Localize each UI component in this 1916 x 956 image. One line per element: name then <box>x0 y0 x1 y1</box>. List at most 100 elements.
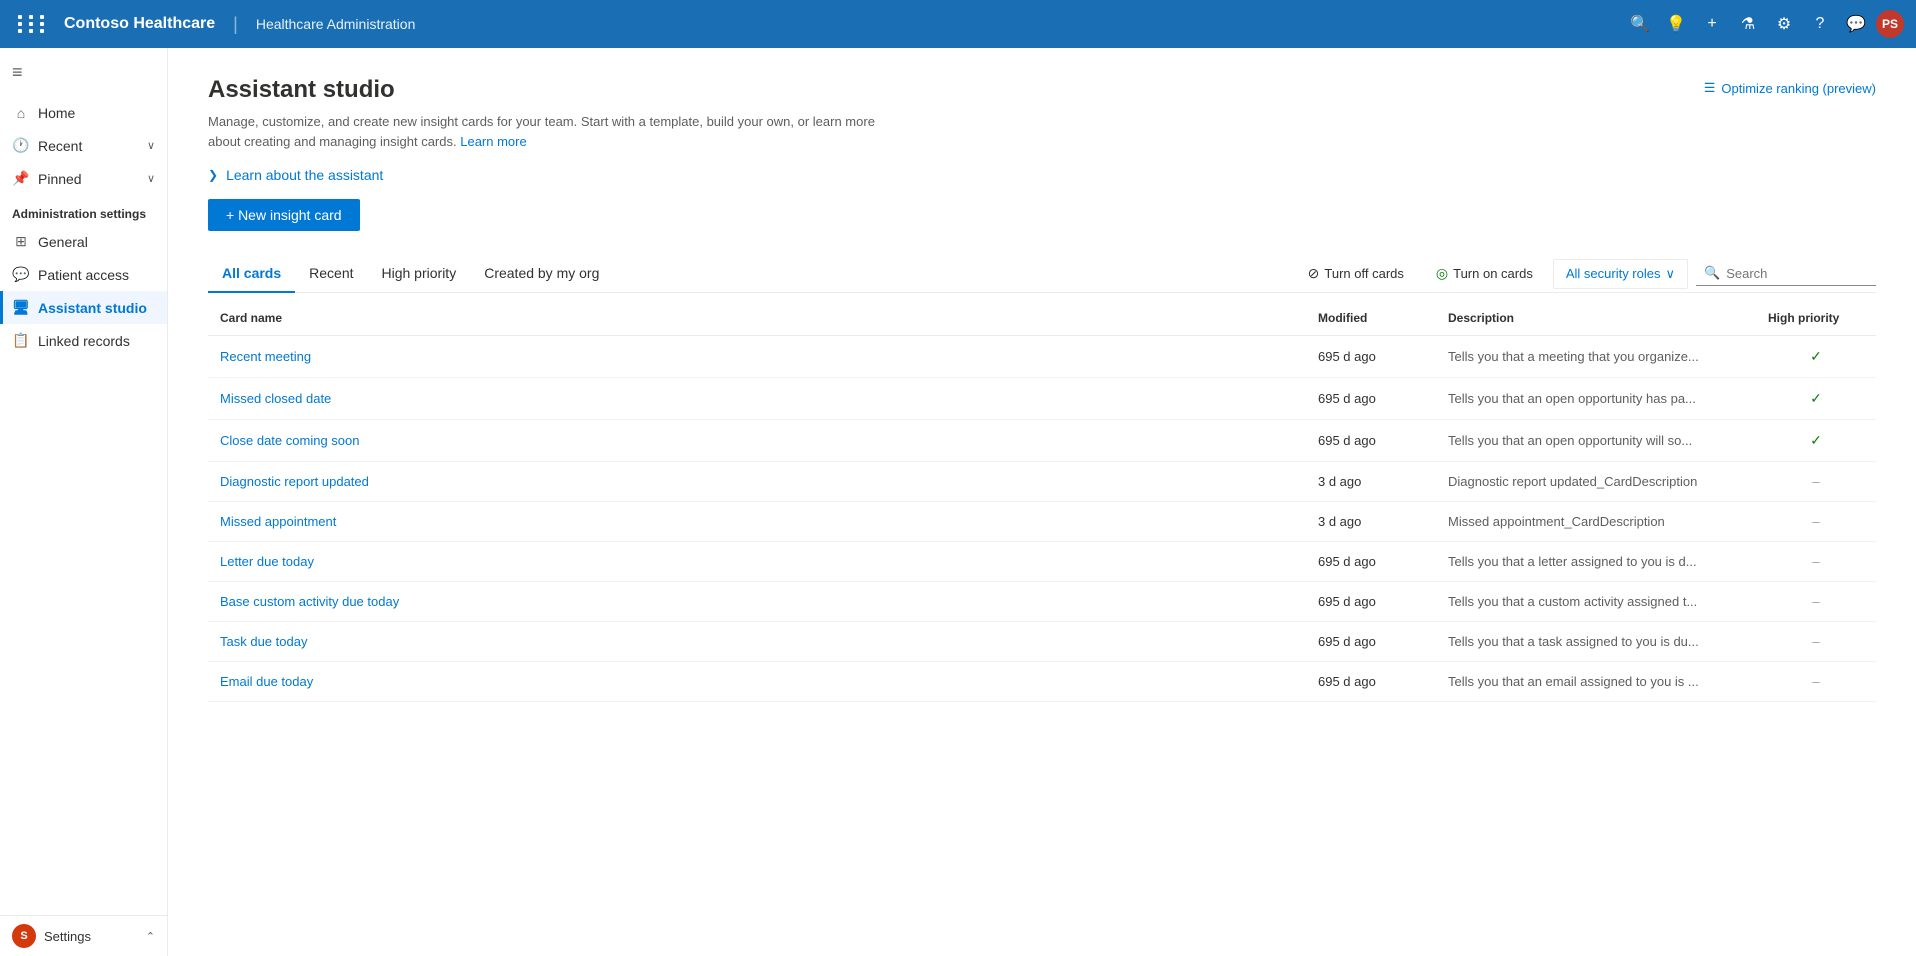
page-header-left: Assistant studio Manage, customize, and … <box>208 76 888 151</box>
card-description-cell: Missed appointment_CardDescription <box>1436 502 1756 542</box>
card-name-cell: Missed appointment <box>208 502 1306 542</box>
settings-chevron-icon: ⌃ <box>146 930 155 943</box>
card-priority-cell: ✓ <box>1756 378 1876 420</box>
turn-on-cards-button[interactable]: ◎ Turn on cards <box>1424 259 1545 288</box>
card-name-cell: Recent meeting <box>208 336 1306 378</box>
app-grid-icon[interactable] <box>12 9 54 39</box>
table-row: Missed appointment3 d agoMissed appointm… <box>208 502 1876 542</box>
linked-records-icon: 📋 <box>12 332 30 349</box>
settings-avatar: S <box>12 924 36 948</box>
card-modified-cell: 695 d ago <box>1306 378 1436 420</box>
turn-off-cards-button[interactable]: ⊘ Turn off cards <box>1296 259 1416 288</box>
sidebar-item-general[interactable]: ⊞ General <box>0 225 167 258</box>
add-icon[interactable]: + <box>1696 8 1728 40</box>
search-input[interactable] <box>1726 266 1868 281</box>
user-avatar[interactable]: PS <box>1876 10 1904 38</box>
priority-dash-icon: – <box>1812 594 1819 609</box>
card-name-link[interactable]: Letter due today <box>220 554 314 569</box>
col-header-description: Description <box>1436 301 1756 336</box>
sidebar-item-recent[interactable]: 🕐 Recent ∨ <box>0 129 167 162</box>
pinned-chevron-icon: ∨ <box>147 172 155 185</box>
optimize-ranking-button[interactable]: ☰ Optimize ranking (preview) <box>1704 80 1876 96</box>
card-name-link[interactable]: Close date coming soon <box>220 433 359 448</box>
priority-dash-icon: – <box>1812 634 1819 649</box>
card-modified-cell: 3 d ago <box>1306 462 1436 502</box>
tab-created-by-my-org[interactable]: Created by my org <box>470 255 613 293</box>
card-modified-cell: 695 d ago <box>1306 662 1436 702</box>
sidebar-item-recent-label: Recent <box>38 138 82 154</box>
card-name-cell: Base custom activity due today <box>208 582 1306 622</box>
admin-section-label: Administration settings <box>0 195 167 225</box>
table-row: Recent meeting 695 d agoTells you that a … <box>208 336 1876 378</box>
nav-divider: | <box>233 14 238 35</box>
card-modified-cell: 695 d ago <box>1306 420 1436 462</box>
sidebar-item-patient-access[interactable]: 💬 Patient access <box>0 258 167 291</box>
card-name-link[interactable]: Missed appointment <box>220 514 336 529</box>
tab-all-cards[interactable]: All cards <box>208 255 295 293</box>
tab-high-priority[interactable]: High priority <box>368 255 471 293</box>
card-modified-cell: 695 d ago <box>1306 542 1436 582</box>
learn-about-section[interactable]: ❯ Learn about the assistant <box>208 167 1876 183</box>
card-description-cell: Tells you that a meeting that you organi… <box>1436 336 1756 378</box>
search-icon[interactable]: 🔍 <box>1624 8 1656 40</box>
table-header-row: Card name Modified Description High prio… <box>208 301 1876 336</box>
card-description-cell: Tells you that an email assigned to you … <box>1436 662 1756 702</box>
tab-recent[interactable]: Recent <box>295 255 367 293</box>
sidebar-item-assistant-studio-label: Assistant studio <box>38 300 147 316</box>
chat-icon[interactable]: 💬 <box>1840 8 1872 40</box>
priority-dash-icon: – <box>1812 674 1819 689</box>
sidebar-item-general-label: General <box>38 234 88 250</box>
search-icon: 🔍 <box>1704 265 1720 281</box>
card-modified-cell: 695 d ago <box>1306 336 1436 378</box>
search-box[interactable]: 🔍 <box>1696 261 1876 286</box>
card-priority-cell: – <box>1756 462 1876 502</box>
learn-more-link[interactable]: Learn more <box>460 134 526 149</box>
lightbulb-icon[interactable]: 💡 <box>1660 8 1692 40</box>
card-name-link[interactable]: Diagnostic report updated <box>220 474 369 489</box>
card-name-cell: Letter due today <box>208 542 1306 582</box>
sidebar-item-linked-records[interactable]: 📋 Linked records <box>0 324 167 357</box>
priority-check-icon: ✓ <box>1810 348 1822 364</box>
card-name-link[interactable]: Task due today <box>220 634 307 649</box>
turn-on-icon: ◎ <box>1436 265 1448 282</box>
hamburger-icon[interactable]: ≡ <box>0 48 167 97</box>
card-modified-cell: 695 d ago <box>1306 582 1436 622</box>
card-table: Card name Modified Description High prio… <box>208 301 1876 702</box>
card-name-link[interactable]: Recent meeting <box>220 349 311 364</box>
security-roles-button[interactable]: All security roles ∨ <box>1553 259 1688 289</box>
page-desc-text: Manage, customize, and create new insigh… <box>208 114 875 149</box>
home-icon: ⌂ <box>12 105 30 121</box>
sidebar-item-assistant-studio[interactable]: 🖥 Assistant studio <box>0 291 167 324</box>
assistant-studio-icon: 🖥 <box>12 299 30 316</box>
sidebar-item-pinned[interactable]: 📌 Pinned ∨ <box>0 162 167 195</box>
card-priority-cell: – <box>1756 542 1876 582</box>
table-row: Letter due today 695 d agoTells you that … <box>208 542 1876 582</box>
table-row: Base custom activity due today695 d agoT… <box>208 582 1876 622</box>
card-priority-cell: ✓ <box>1756 336 1876 378</box>
tab-created-by-my-org-label: Created by my org <box>484 265 599 281</box>
filter-icon[interactable]: ⚗ <box>1732 8 1764 40</box>
table-row: Close date coming soon695 d agoTells you… <box>208 420 1876 462</box>
card-priority-cell: – <box>1756 622 1876 662</box>
card-priority-cell: ✓ <box>1756 420 1876 462</box>
toolbar-actions: ⊘ Turn off cards ◎ Turn on cards All sec… <box>1296 259 1876 289</box>
settings-bottom[interactable]: S Settings ⌃ <box>0 915 167 956</box>
card-name-cell: Task due today <box>208 622 1306 662</box>
card-name-cell: Close date coming soon <box>208 420 1306 462</box>
page-header: Assistant studio Manage, customize, and … <box>208 76 1876 151</box>
sidebar-item-home[interactable]: ⌂ Home <box>0 97 167 129</box>
card-name-link[interactable]: Email due today <box>220 674 313 689</box>
table-row: Diagnostic report updated3 d agoDiagnost… <box>208 462 1876 502</box>
main-layout: ≡ ⌂ Home 🕐 Recent ∨ 📌 Pinned ∨ Administr… <box>0 48 1916 956</box>
sidebar-item-home-label: Home <box>38 105 75 121</box>
card-name-link[interactable]: Missed closed date <box>220 391 331 406</box>
new-insight-card-button[interactable]: + New insight card <box>208 199 360 231</box>
app-subtitle: Healthcare Administration <box>256 16 416 32</box>
card-description-cell: Tells you that a task assigned to you is… <box>1436 622 1756 662</box>
card-name-link[interactable]: Base custom activity due today <box>220 594 399 609</box>
settings-icon[interactable]: ⚙ <box>1768 8 1800 40</box>
help-icon[interactable]: ? <box>1804 8 1836 40</box>
optimize-label: Optimize ranking (preview) <box>1721 81 1876 96</box>
recent-icon: 🕐 <box>12 137 30 154</box>
card-description-cell: Tells you that a letter assigned to you … <box>1436 542 1756 582</box>
